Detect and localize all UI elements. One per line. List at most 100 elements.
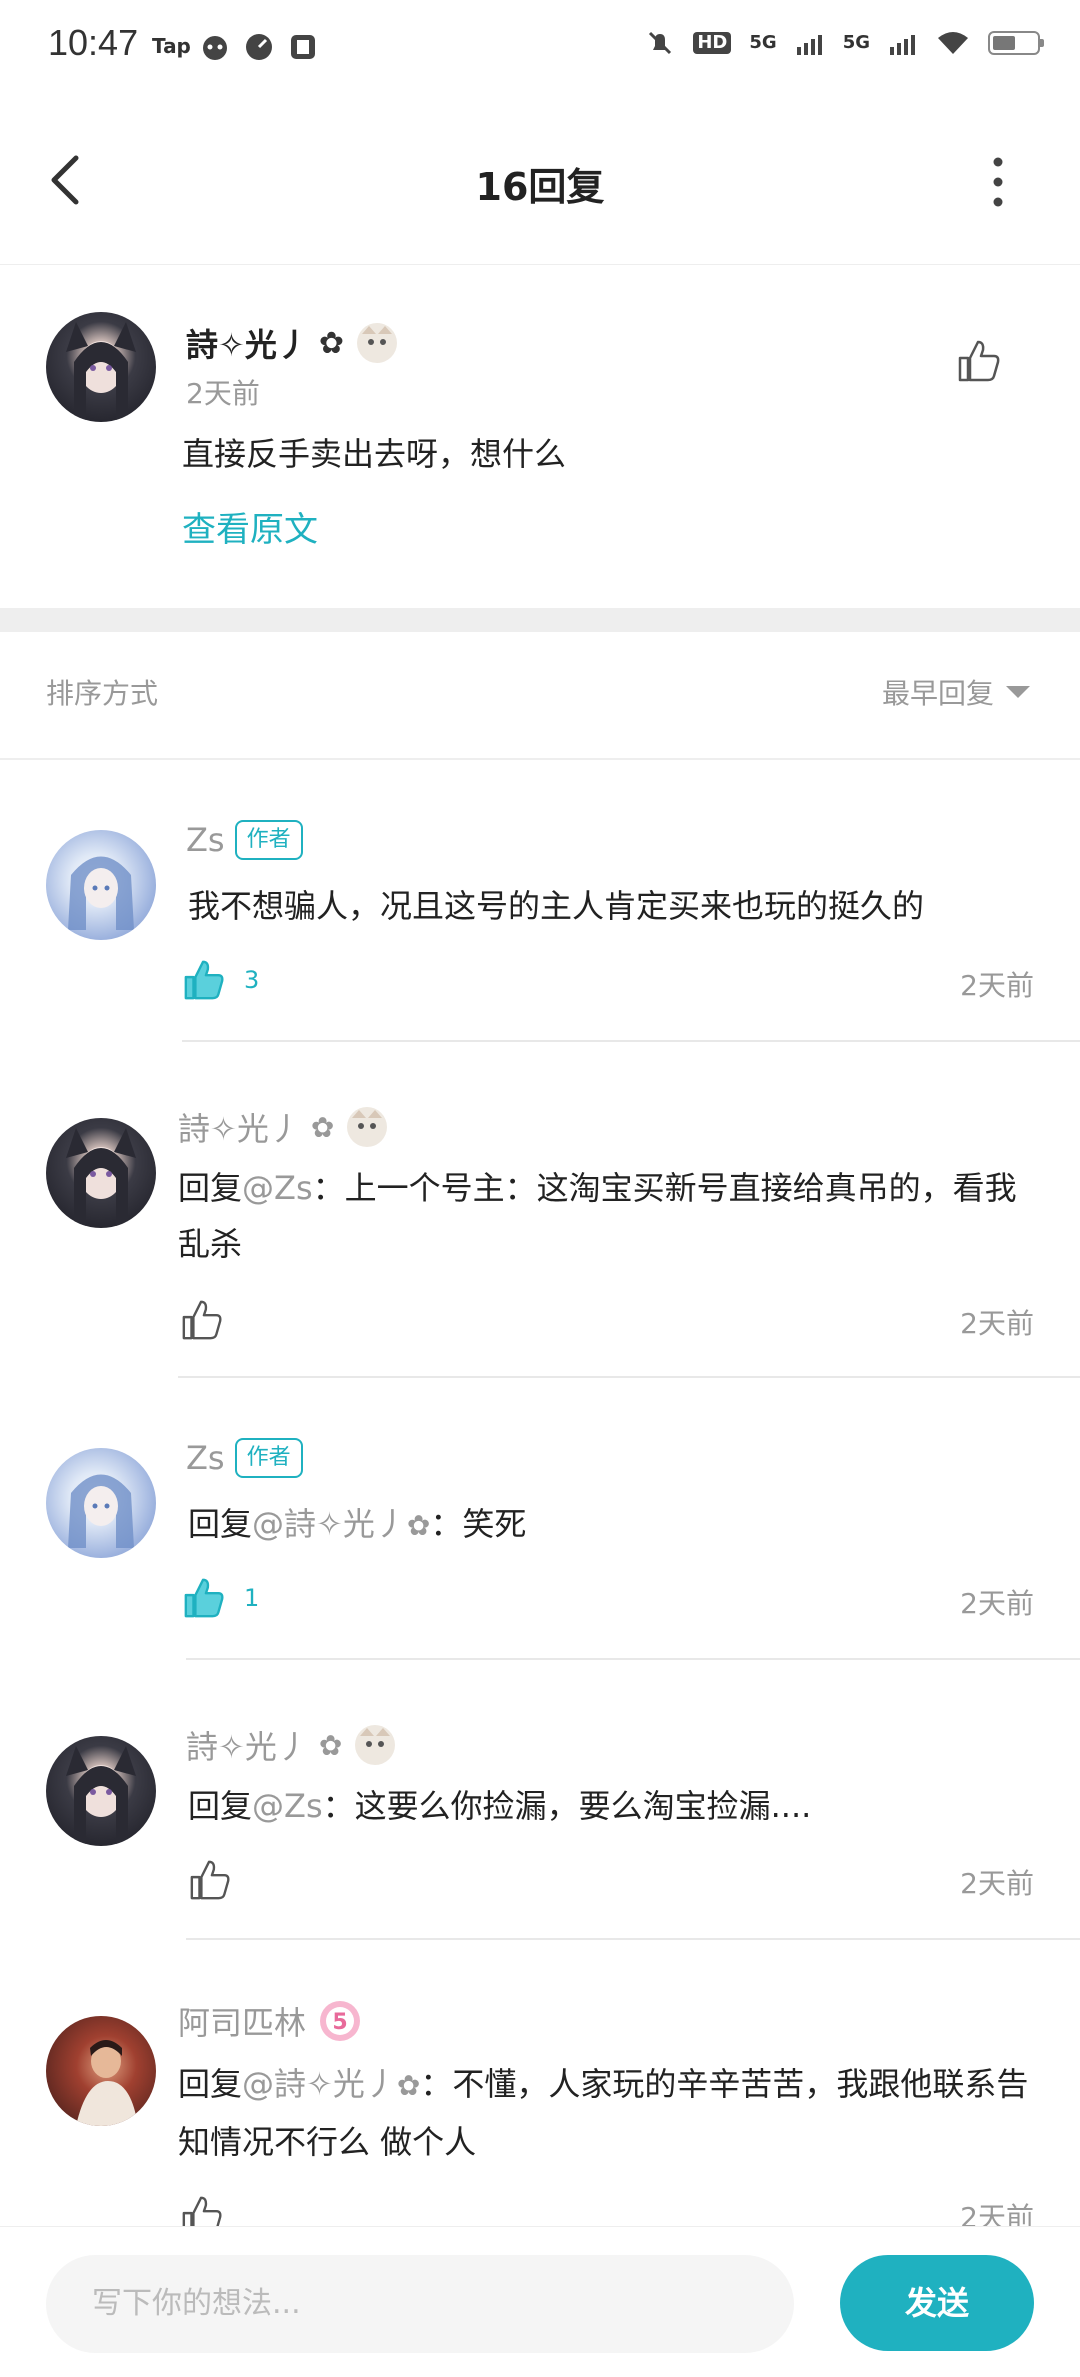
signal-icon-2 — [890, 35, 915, 55]
reply-username[interactable]: 詩✧光丿 — [186, 1722, 309, 1768]
avatar[interactable] — [46, 1448, 156, 1558]
reply-mention[interactable]: @Zs — [242, 1169, 313, 1207]
reply-user-row: 詩✧光丿 ✿ — [186, 1722, 398, 1768]
reply-user-row: Zs 作者 — [186, 820, 303, 860]
reply-username[interactable]: 阿司匹林 — [178, 1998, 306, 2044]
reply-username[interactable]: Zs — [186, 1439, 225, 1477]
mute-bell-icon — [649, 31, 672, 55]
top-app-bar: 16回复 — [0, 96, 1080, 265]
avatar-blue-hair-girl — [68, 856, 134, 930]
cat-face-icon — [203, 36, 227, 60]
view-original-link[interactable]: 查看原文 — [182, 502, 318, 551]
like-count: 3 — [244, 966, 260, 994]
original-comment: 詩✧光丿 ✿ 2天前 直接反手卖出去呀，想什么 查看原文 — [0, 264, 1080, 608]
reply-time: 2天前 — [960, 2201, 1034, 2226]
reply-item: 詩✧光丿 ✿ 回复@Zs：这要么你捡漏，要么淘宝捡漏.... 2天前 — [0, 1660, 1080, 1940]
section-divider — [0, 608, 1080, 632]
reply-text-block: 回复@詩✧光丿✿：笑死 — [188, 1496, 526, 1554]
reply-item: Zs 作者 我不想骗人，况且这号的主人肯定买来也玩的挺久的 3 2天前 — [0, 760, 1080, 1042]
reply-text: 我不想骗人，况且这号的主人肯定买来也玩的挺久的 — [188, 887, 925, 925]
reply-like-group[interactable]: 3 — [182, 958, 259, 1002]
tap-app-icon: Tap — [152, 34, 191, 58]
like-count: 1 — [244, 1584, 260, 1612]
reply-username[interactable]: 詩✧光丿 — [178, 1104, 301, 1150]
speedometer-icon — [246, 34, 272, 60]
reply-user-row: Zs 作者 — [186, 1438, 303, 1478]
sort-label: 排序方式 — [46, 677, 159, 710]
reply-mention[interactable]: @詩✧光丿 — [242, 2065, 397, 2103]
network-5g-2: 5G — [842, 32, 870, 53]
avatar[interactable] — [46, 1118, 156, 1228]
wifi-icon — [938, 32, 968, 54]
like-filled-icon[interactable] — [182, 958, 226, 1002]
reply-prefix: 回复 — [188, 1787, 253, 1825]
signal-icon — [796, 35, 822, 55]
flower-badge-icon: ✿ — [310, 1110, 335, 1144]
reply-text: ：笑死 — [430, 1505, 527, 1543]
original-username-row: 詩✧光丿 ✿ — [186, 320, 400, 366]
reply-text-block: 回复@Zs：这要么你捡漏，要么淘宝捡漏.... — [188, 1778, 811, 1834]
reply-user-row: 詩✧光丿 ✿ — [178, 1104, 390, 1150]
flower-badge-icon: ✿ — [318, 1728, 343, 1762]
reply-like-group[interactable]: 1 — [182, 1576, 259, 1620]
reply-time: 2天前 — [960, 1307, 1034, 1340]
avatar[interactable] — [46, 312, 156, 422]
avatar[interactable] — [46, 2016, 156, 2126]
battery-icon — [988, 31, 1044, 55]
reply-item: 詩✧光丿 ✿ 回复@Zs：上一个号主：这淘宝买新号直接给真吊的，看我乱杀 2天前 — [0, 1042, 1080, 1378]
sort-dropdown[interactable]: 最早回复 — [882, 672, 994, 712]
reply-time: 2天前 — [960, 969, 1034, 1002]
reply-mention[interactable]: @Zs — [252, 1787, 323, 1825]
like-icon[interactable] — [956, 338, 1002, 384]
like-filled-icon[interactable] — [182, 1576, 226, 1620]
network-5g-1: 5G — [749, 32, 777, 53]
author-badge: 作者 — [234, 820, 303, 860]
avatar-dark-hair-girl — [66, 322, 136, 422]
like-icon[interactable] — [180, 1298, 224, 1342]
chibi-badge-icon — [356, 323, 397, 363]
flower-badge-icon: ✿ — [406, 1509, 431, 1542]
original-time: 2天前 — [186, 377, 260, 410]
status-right-group: HD 5G 5G — [645, 28, 1044, 58]
flower-badge-icon: ✿ — [318, 325, 344, 361]
reply-username[interactable]: Zs — [186, 821, 225, 859]
like-icon[interactable] — [188, 1858, 232, 1902]
svg-text:5: 5 — [332, 2010, 347, 2035]
original-text: 直接反手卖出去呀，想什么 — [182, 435, 567, 473]
avatar-dark-hair-girl — [66, 1128, 136, 1228]
notes-app-icon — [291, 35, 315, 59]
avatar-blue-hair-girl — [68, 1474, 134, 1548]
author-badge: 作者 — [234, 1438, 303, 1478]
reply-prefix: 回复 — [178, 2065, 243, 2103]
comment-input[interactable]: 写下你的想法... — [46, 2255, 794, 2353]
reply-time: 2天前 — [960, 1867, 1034, 1900]
hd-indicator: HD — [693, 32, 732, 54]
send-button[interactable]: 发送 — [840, 2255, 1034, 2351]
page-title: 16回复 — [475, 165, 605, 209]
reply-text: ：这要么你捡漏，要么淘宝捡漏.... — [322, 1787, 812, 1825]
chibi-badge-icon — [347, 1107, 388, 1147]
reply-user-row: 阿司匹林 5 — [178, 1998, 362, 2044]
dropdown-caret-icon[interactable] — [1006, 686, 1030, 698]
like-icon[interactable] — [180, 2194, 224, 2226]
chibi-badge-icon — [355, 1725, 396, 1765]
avatar-red-scene — [76, 2040, 138, 2126]
reply-prefix: 回复 — [178, 1169, 243, 1207]
flower-badge-icon: ✿ — [396, 2069, 421, 2102]
status-bar: 10:47 Tap HD 5G 5G — [0, 0, 1080, 96]
reply-text-block: 回复@Zs：上一个号主：这淘宝买新号直接给真吊的，看我乱杀 — [178, 1160, 1038, 1272]
avatar[interactable] — [46, 830, 156, 940]
status-time: 10:47 — [48, 22, 139, 63]
reply-text-block: 回复@詩✧光丿✿：不懂，人家玩的辛辛苦苦，我跟他联系告知情况不行么 做个人 — [178, 2056, 1038, 2170]
avatar[interactable] — [46, 1736, 156, 1846]
more-options-icon[interactable] — [980, 152, 1016, 212]
comment-composer: 写下你的想法... 发送 — [0, 2226, 1080, 2377]
reply-mention[interactable]: @詩✧光丿 — [252, 1505, 407, 1543]
sort-bar: 排序方式 最早回复 — [0, 632, 1080, 760]
level-badge-icon: 5 — [320, 2001, 361, 2041]
reply-prefix: 回复 — [188, 1505, 253, 1543]
original-username[interactable]: 詩✧光丿 — [186, 320, 309, 366]
reply-item: Zs 作者 回复@詩✧光丿✿：笑死 1 2天前 — [0, 1378, 1080, 1660]
reply-time: 2天前 — [960, 1587, 1034, 1620]
avatar-dark-hair-girl — [66, 1746, 136, 1846]
